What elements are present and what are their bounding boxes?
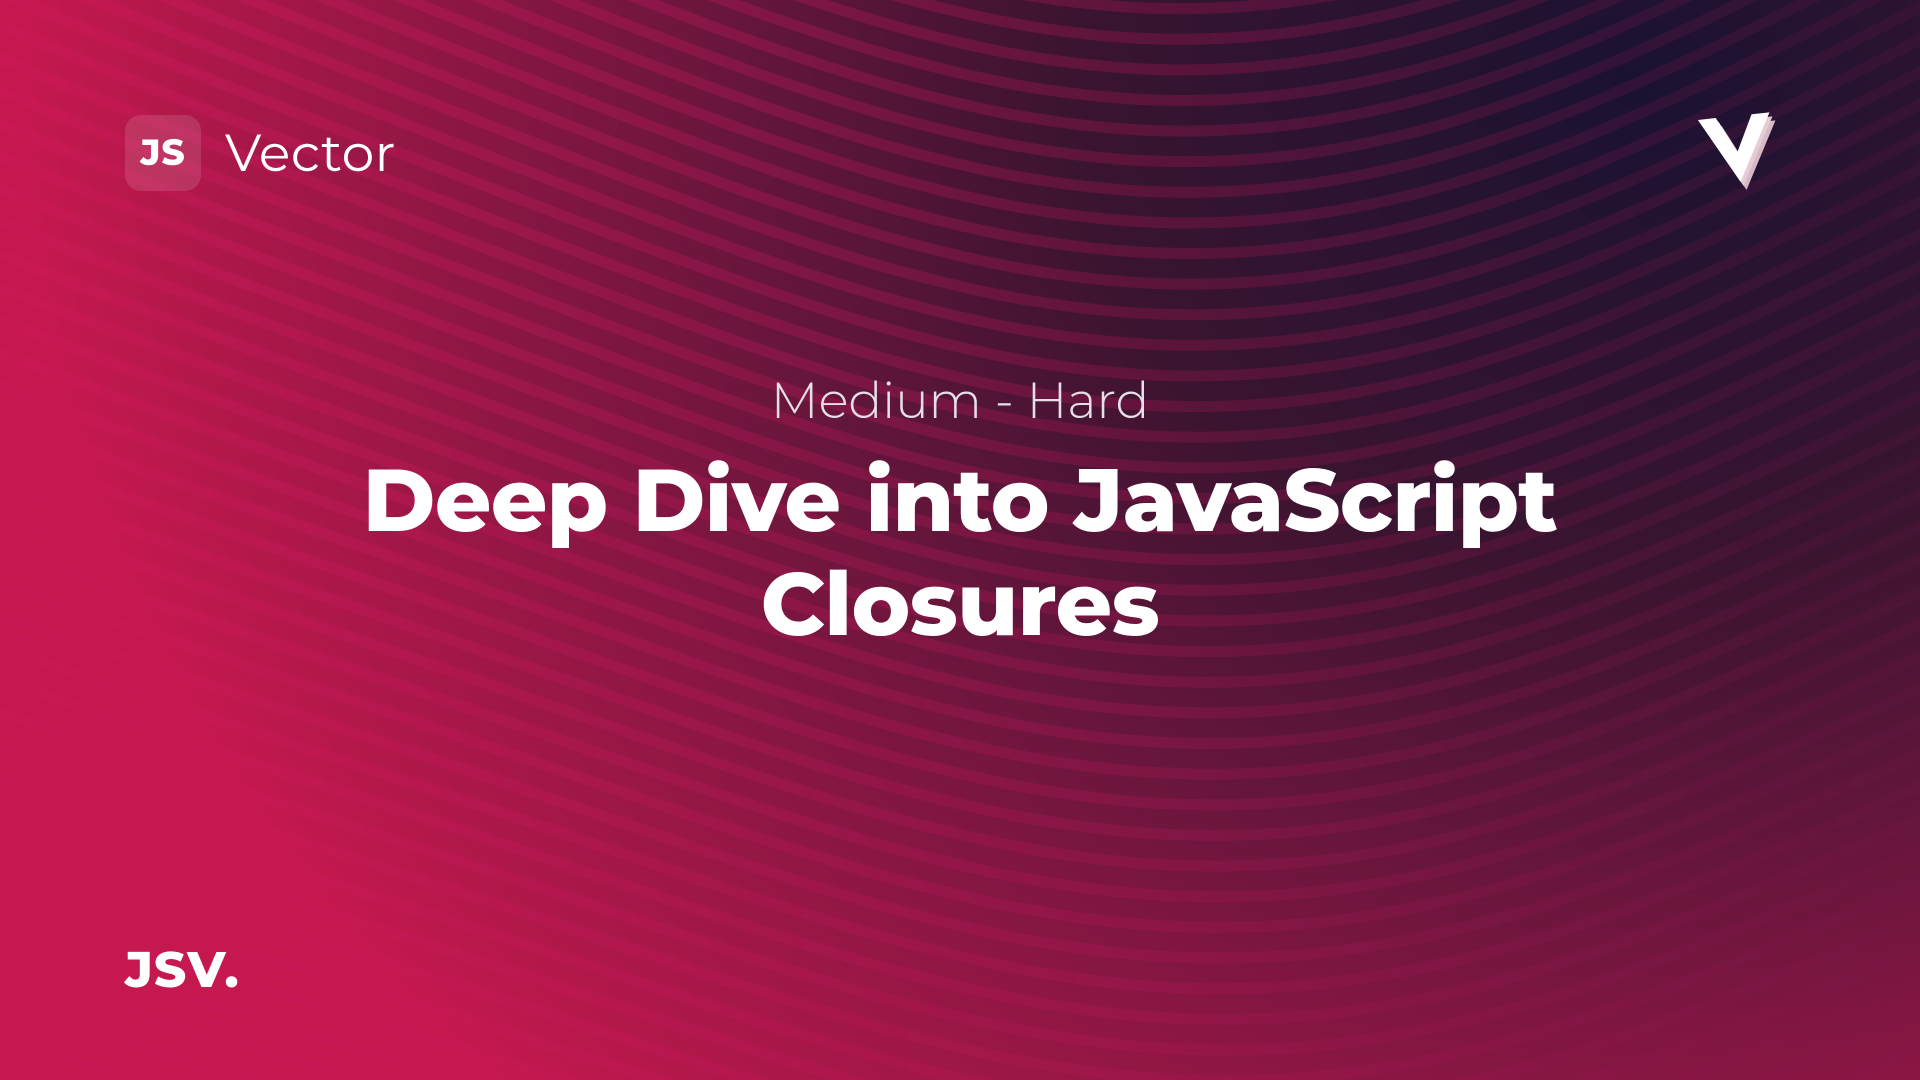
page-title: Deep Dive into JavaScript Closures [280,449,1640,657]
brand-badge: JS [125,115,201,191]
footer-abbr: JSV. [125,939,240,1000]
hero-content: Medium - Hard Deep Dive into JavaScript … [0,370,1920,657]
vector-logo-icon [1689,100,1785,201]
difficulty-label: Medium - Hard [280,370,1640,431]
brand-badge-text: JS [140,131,185,175]
brand-name: Vector [225,122,396,185]
header-brand: JS Vector [125,115,396,191]
